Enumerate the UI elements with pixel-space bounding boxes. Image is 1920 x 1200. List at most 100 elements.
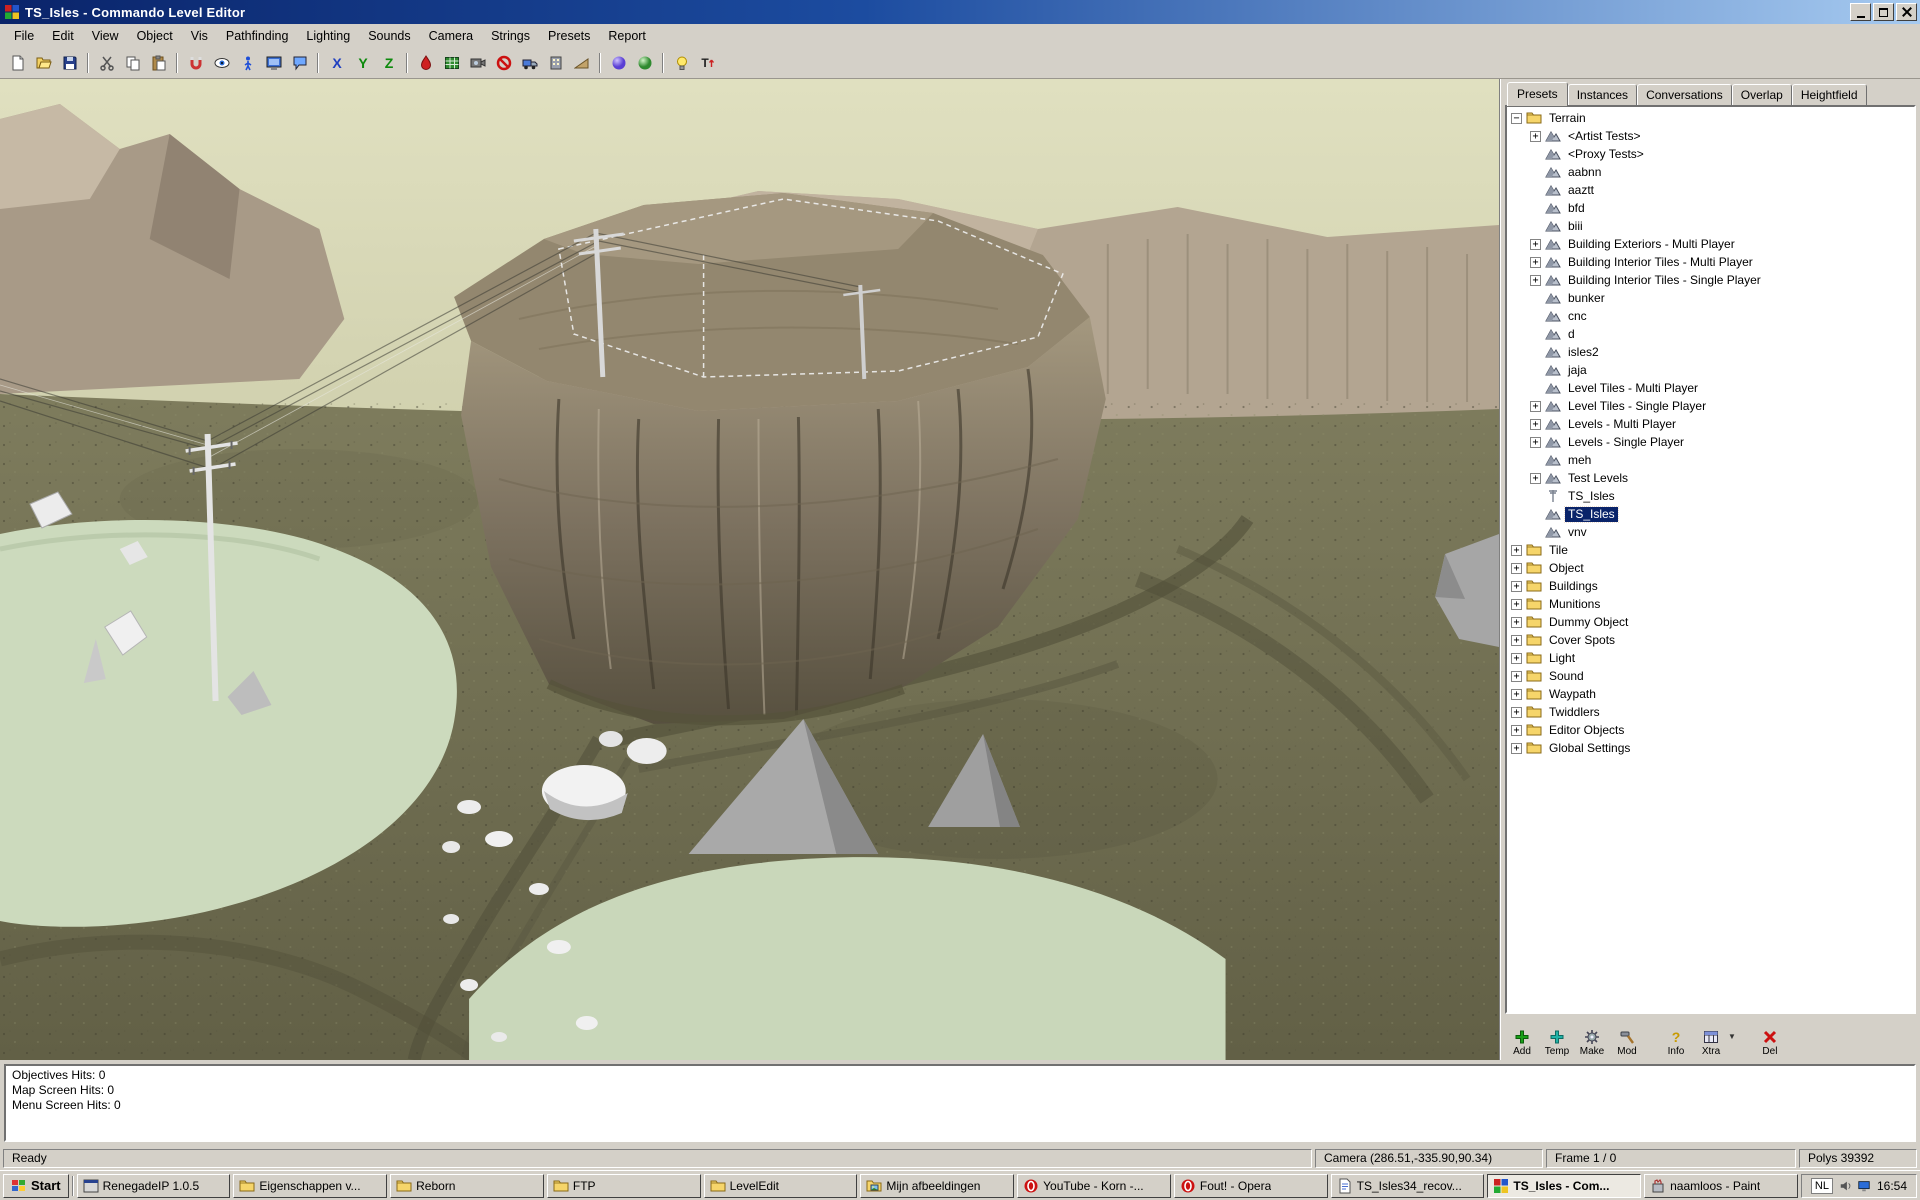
menu-sounds[interactable]: Sounds [359, 26, 419, 46]
lock-x-axis-button[interactable]: X [324, 50, 349, 75]
expand-toggle-icon[interactable]: + [1511, 617, 1522, 628]
taskbar-button-mijn-afbeeldingen[interactable]: Mijn afbeeldingen [860, 1174, 1014, 1198]
tree-item[interactable]: +Twiddlers [1509, 703, 1914, 721]
expand-toggle-icon[interactable]: + [1511, 689, 1522, 700]
expand-toggle-icon[interactable]: + [1511, 581, 1522, 592]
tab-conversations[interactable]: Conversations [1637, 84, 1732, 105]
menu-edit[interactable]: Edit [43, 26, 83, 46]
tree-item[interactable]: +Building Exteriors - Multi Player [1509, 235, 1914, 253]
tree-item[interactable]: bfd [1509, 199, 1914, 217]
tree-item[interactable]: TS_Isles [1509, 487, 1914, 505]
visibility-button[interactable] [209, 50, 234, 75]
taskbar-button-naamloos-paint[interactable]: naamloos - Paint [1644, 1174, 1798, 1198]
new-file-button[interactable] [5, 50, 30, 75]
tree-item[interactable]: +Tile [1509, 541, 1914, 559]
light-tool-button[interactable] [669, 50, 694, 75]
expand-toggle-icon[interactable]: + [1530, 401, 1541, 412]
tree-item[interactable]: +Levels - Multi Player [1509, 415, 1914, 433]
tree-item[interactable]: <Proxy Tests> [1509, 145, 1914, 163]
text-tool-button[interactable]: T [695, 50, 720, 75]
tree-item[interactable]: bunker [1509, 289, 1914, 307]
menu-lighting[interactable]: Lighting [297, 26, 359, 46]
tab-overlap[interactable]: Overlap [1732, 84, 1792, 105]
tree-item[interactable]: +Level Tiles - Single Player [1509, 397, 1914, 415]
expand-toggle-icon[interactable]: + [1530, 419, 1541, 430]
camera-view-button[interactable] [465, 50, 490, 75]
open-file-button[interactable] [31, 50, 56, 75]
ramp-tool-button[interactable] [569, 50, 594, 75]
building-tool-button[interactable] [543, 50, 568, 75]
expand-toggle-icon[interactable]: + [1511, 653, 1522, 664]
menu-camera[interactable]: Camera [420, 26, 482, 46]
tree-item[interactable]: Level Tiles - Multi Player [1509, 379, 1914, 397]
lock-y-axis-button[interactable]: Y [350, 50, 375, 75]
snap-grid-button[interactable] [439, 50, 464, 75]
taskbar-button-renegadeip-1-0-5[interactable]: RenegadeIP 1.0.5 [77, 1174, 231, 1198]
tree-item[interactable]: jaja [1509, 361, 1914, 379]
viewport-3d[interactable] [0, 79, 1500, 1060]
tree-item[interactable]: +<Artist Tests> [1509, 127, 1914, 145]
maximize-button[interactable] [1873, 3, 1894, 21]
mod-preset-button[interactable]: Mod [1612, 1029, 1642, 1057]
expand-toggle-icon[interactable]: + [1530, 437, 1541, 448]
expand-toggle-icon[interactable]: + [1530, 239, 1541, 250]
menu-strings[interactable]: Strings [482, 26, 539, 46]
xtra-preset-button[interactable]: Xtra [1696, 1029, 1726, 1057]
minimize-button[interactable] [1850, 3, 1871, 21]
menu-vis[interactable]: Vis [182, 26, 217, 46]
menu-file[interactable]: File [5, 26, 43, 46]
cut-button[interactable] [94, 50, 119, 75]
menu-pathfinding[interactable]: Pathfinding [217, 26, 298, 46]
expand-toggle-icon[interactable]: + [1511, 635, 1522, 646]
taskbar-button-ts-isles-com[interactable]: TS_Isles - Com... [1487, 1174, 1641, 1198]
expand-toggle-icon[interactable]: + [1530, 473, 1541, 484]
taskbar-button-ts-isles34-recov[interactable]: TS_Isles34_recov... [1331, 1174, 1485, 1198]
select-mode-button[interactable] [183, 50, 208, 75]
menu-presets[interactable]: Presets [539, 26, 599, 46]
walk-through-button[interactable] [235, 50, 260, 75]
sphere-green-tool-button[interactable] [632, 50, 657, 75]
tab-heightfield[interactable]: Heightfield [1792, 84, 1867, 105]
tree-item[interactable]: +Global Settings [1509, 739, 1914, 757]
comments-button[interactable] [287, 50, 312, 75]
tree-item[interactable]: +Object [1509, 559, 1914, 577]
tree-item[interactable]: +Cover Spots [1509, 631, 1914, 649]
language-indicator[interactable]: NL [1811, 1178, 1833, 1194]
expand-toggle-icon[interactable]: + [1511, 743, 1522, 754]
tree-item[interactable]: +Dummy Object [1509, 613, 1914, 631]
tab-instances[interactable]: Instances [1568, 84, 1637, 105]
menu-view[interactable]: View [83, 26, 128, 46]
tree-item[interactable]: +Light [1509, 649, 1914, 667]
expand-toggle-icon[interactable]: + [1511, 563, 1522, 574]
tree-item[interactable]: aaztt [1509, 181, 1914, 199]
tree-item[interactable]: +Buildings [1509, 577, 1914, 595]
tree-item[interactable]: +Building Interior Tiles - Single Player [1509, 271, 1914, 289]
info-preset-button[interactable]: ?Info [1661, 1029, 1691, 1057]
lock-z-axis-button[interactable]: Z [376, 50, 401, 75]
make-preset-button[interactable]: Make [1577, 1029, 1607, 1057]
tree-item[interactable]: +Munitions [1509, 595, 1914, 613]
tree-item[interactable]: cnc [1509, 307, 1914, 325]
tree-item[interactable]: +Test Levels [1509, 469, 1914, 487]
tree-item[interactable]: +Editor Objects [1509, 721, 1914, 739]
tree-item[interactable]: +Levels - Single Player [1509, 433, 1914, 451]
taskbar-button-youtube-korn[interactable]: YouTube - Korn -... [1017, 1174, 1171, 1198]
vehicle-tool-button[interactable] [517, 50, 542, 75]
start-button[interactable]: Start [3, 1174, 69, 1198]
expand-toggle-icon[interactable]: + [1530, 275, 1541, 286]
copy-button[interactable] [120, 50, 145, 75]
expand-toggle-icon[interactable]: + [1530, 257, 1541, 268]
taskbar-button-leveledit[interactable]: LevelEdit [704, 1174, 858, 1198]
tree-item[interactable]: vnv [1509, 523, 1914, 541]
expand-toggle-icon[interactable]: + [1511, 671, 1522, 682]
tree-item[interactable]: +Waypath [1509, 685, 1914, 703]
record-path-button[interactable] [491, 50, 516, 75]
tree-item[interactable]: TS_Isles [1509, 505, 1914, 523]
expand-toggle-icon[interactable]: + [1511, 707, 1522, 718]
taskbar-button-fout-opera[interactable]: Fout! - Opera [1174, 1174, 1328, 1198]
tree-item[interactable]: meh [1509, 451, 1914, 469]
display-icon[interactable] [1857, 1179, 1871, 1193]
expand-toggle-icon[interactable]: + [1511, 725, 1522, 736]
tree-item[interactable]: +Sound [1509, 667, 1914, 685]
tree-item[interactable]: isles2 [1509, 343, 1914, 361]
